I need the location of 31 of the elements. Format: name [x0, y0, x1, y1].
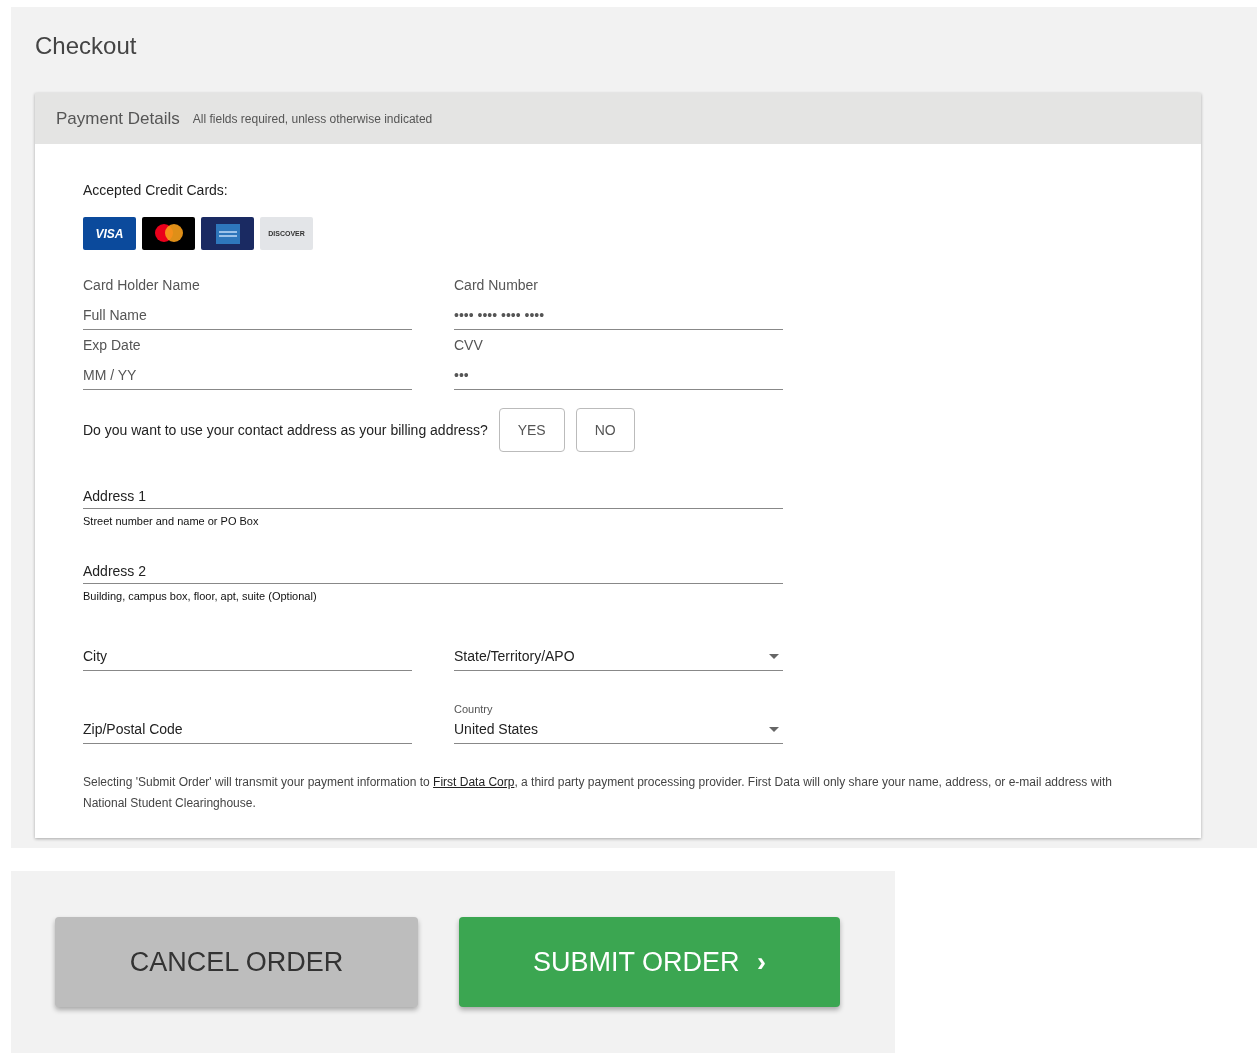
caret-icon: [769, 726, 779, 732]
cancel-order-button[interactable]: CANCEL ORDER: [55, 917, 418, 1007]
page-title: Checkout: [35, 32, 138, 60]
field-hint: Street number and name or PO Box: [83, 515, 260, 527]
select-field[interactable]: State/Territory/APO: [454, 648, 783, 671]
field-hint: Building, campus box, floor, apt, suite (Optional): [83, 590, 318, 602]
address-field[interactable]: Address 2: [83, 549, 783, 584]
choice-button[interactable]: NO: [575, 408, 635, 452]
field-label: CVV: [454, 337, 484, 353]
disclaimer-text: Selecting 'Submit Order' will transmit your payment information to First Data Corp, a third party payment processing provider. First Data will only share your name, address, or e-mail address with National Student Clearinghouse.: [83, 774, 1113, 812]
input-field[interactable]: MM / YY: [83, 353, 412, 390]
visa-logo: VISA: [83, 217, 136, 250]
input-field[interactable]: Zip/Postal Code: [83, 685, 412, 744]
choice-button[interactable]: YES: [498, 408, 565, 452]
field-label: Card Number: [454, 277, 540, 293]
panel-title: Payment Details: [56, 108, 180, 129]
input-field[interactable]: •••• •••• •••• ••••: [454, 293, 783, 330]
field-label: Exp Date: [83, 337, 142, 353]
amex-logo: [201, 217, 254, 250]
accepted-cards-label: Accepted Credit Cards:: [83, 182, 229, 198]
select-field[interactable]: United States: [454, 721, 783, 744]
input-field[interactable]: City: [83, 612, 412, 671]
required-note: All fields required, unless otherwise indicated: [192, 111, 433, 126]
field-label: Card Holder Name: [83, 277, 201, 293]
billing-question: Do you want to use your contact address as your billing address?: [83, 422, 488, 438]
field-label: Country: [454, 703, 494, 715]
mastercard-logo: [142, 217, 195, 250]
input-field[interactable]: Full Name: [83, 293, 412, 330]
address-field[interactable]: Address 1: [83, 474, 783, 509]
input-field[interactable]: •••: [454, 353, 783, 390]
caret-icon: [769, 653, 779, 659]
